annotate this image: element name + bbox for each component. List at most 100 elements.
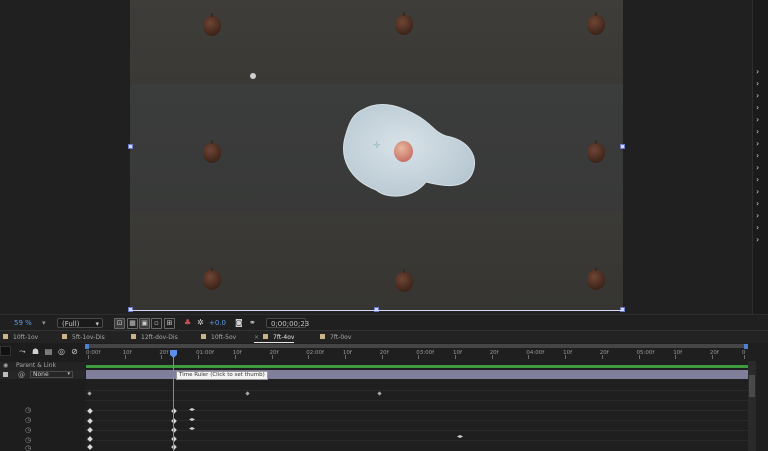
keyframe[interactable] [87, 427, 93, 433]
scrollbar-thumb[interactable] [749, 375, 755, 397]
ruler-tick-mark [565, 355, 567, 359]
color-channels-icon[interactable]: ♣ [184, 318, 191, 328]
graph-editor-icon[interactable]: ⊘ [70, 347, 79, 356]
row-divider [85, 420, 748, 421]
stopwatch-icon[interactable]: ◷ [25, 426, 33, 434]
grid-tile [130, 212, 280, 311]
chevron-right-icon[interactable]: › [756, 68, 766, 76]
work-area-bar[interactable] [86, 344, 748, 348]
magnification-value[interactable]: 59 % [14, 318, 32, 328]
motion-path-point[interactable] [250, 73, 256, 79]
mask-visibility-icon[interactable]: ▣ [139, 318, 150, 329]
layer-label-swatch[interactable] [3, 372, 8, 377]
apple-image [203, 267, 221, 290]
timeline-vertical-scrollbar[interactable] [748, 361, 756, 451]
layer-row[interactable]: @ None ▾ [0, 370, 85, 379]
show-snapshot-icon[interactable]: ⚭ [249, 318, 256, 328]
current-time-indicator[interactable] [173, 350, 174, 451]
chevron-right-icon[interactable]: › [756, 176, 766, 184]
composition-canvas[interactable]: ✛ [130, 0, 623, 311]
guides-icon[interactable]: ▫ [151, 318, 162, 329]
color-settings-icon[interactable]: ✲ [197, 318, 204, 328]
exposure-value[interactable]: +0.0 [209, 318, 226, 328]
safe-margins-icon[interactable]: ⊞ [164, 318, 175, 329]
ruler-tick-mark [271, 355, 273, 359]
chevron-right-icon[interactable]: › [756, 164, 766, 172]
chevron-right-icon[interactable]: › [756, 212, 766, 220]
anchor-point-icon[interactable]: ✛ [373, 142, 381, 151]
ruler-tick-mark [418, 355, 420, 359]
chevron-right-icon[interactable]: › [756, 104, 766, 112]
chevron-right-icon[interactable]: › [756, 188, 766, 196]
tab-10ft-1ov[interactable]: 10ft-1ov [3, 333, 38, 343]
pickwhip-icon[interactable]: @ [18, 371, 25, 379]
eye-icon: ◉ [3, 362, 9, 369]
tab-label: 7ft-4ov [273, 334, 295, 341]
chevron-right-icon[interactable]: › [756, 236, 766, 244]
dropdown-arrow-icon[interactable]: ▾ [42, 318, 46, 328]
tab-10ft-5ov[interactable]: 10ft-5ov [201, 333, 236, 343]
keyframe[interactable] [87, 391, 92, 396]
transform-handle[interactable] [128, 144, 133, 149]
ruler-tick-mark [124, 355, 126, 359]
transform-handle[interactable] [620, 144, 625, 149]
keyframe[interactable] [87, 444, 93, 450]
ruler-tick-mark [234, 355, 236, 359]
chevron-right-icon[interactable]: › [756, 116, 766, 124]
stopwatch-icon[interactable]: ◷ [25, 406, 33, 414]
keyframe-pair-icon[interactable]: ◂▸ [189, 426, 195, 432]
frame-blending-icon[interactable]: ▤ [44, 347, 53, 356]
grid-tile [473, 212, 623, 311]
region-of-interest-icon[interactable]: ⊡ [114, 318, 125, 329]
ruler-tick-mark [491, 355, 493, 359]
chevron-right-icon[interactable]: › [756, 92, 766, 100]
timeline-tab-bar: 10ft-1ov 5ft-1ov-Dis 12ft-dov-Dis 10ft-5… [0, 330, 768, 343]
tab-7ft-4ov[interactable]: × 7ft-4ov [254, 333, 295, 343]
keyframe[interactable] [245, 391, 250, 396]
keyframe-pair-icon[interactable]: ◂▸ [189, 407, 195, 413]
chevron-right-icon[interactable]: › [756, 200, 766, 208]
ruler-tick-mark [744, 355, 745, 359]
tab-5ft-1ov-dis[interactable]: 5ft-1ov-Dis [62, 333, 105, 343]
stopwatch-icon[interactable]: ◷ [25, 444, 33, 451]
stopwatch-icon[interactable]: ◷ [25, 416, 33, 424]
chevron-right-icon[interactable]: › [756, 224, 766, 232]
keyframe-pair-icon[interactable]: ◂▸ [189, 417, 195, 423]
resolution-select[interactable]: (Full) ▾ [57, 318, 103, 328]
composition-viewer[interactable]: ✛ › › › › › › › › › › › › › › › [0, 0, 768, 314]
keyframe-pair-icon[interactable]: ◂▸ [457, 434, 463, 440]
layer-duration-bar[interactable] [86, 365, 748, 368]
chevron-down-icon: ▾ [95, 320, 99, 328]
label-swatch [201, 334, 206, 339]
chevron-right-icon[interactable]: › [756, 152, 766, 160]
row-divider [85, 400, 748, 401]
label-swatch [320, 334, 325, 339]
parent-select[interactable]: None ▾ [30, 371, 73, 378]
row-divider [85, 390, 748, 391]
ruler-tick-mark [675, 355, 677, 359]
tab-12ft-dov-dis[interactable]: 12ft-dov-Dis [131, 333, 178, 343]
current-time-display[interactable]: 0;00;00;23 [266, 318, 309, 328]
chevron-right-icon[interactable]: › [756, 128, 766, 136]
time-ruler[interactable]: 0:00f 10f 20f 01:00f 10f 20f 02:00f 10f 20f 03:00… [85, 349, 748, 359]
keyframe[interactable] [377, 391, 382, 396]
snapshot-camera-icon[interactable]: ◙ [235, 318, 243, 328]
close-icon[interactable]: × [254, 334, 259, 341]
shy-layers-icon[interactable]: ☗ [31, 347, 40, 356]
tab-7ft-0ov[interactable]: 7ft-0ov [320, 333, 351, 343]
timeline-layer-panel: ⤳ ☗ ▤ ◎ ⊘ ◉ Parent & Link @ None ▾ ◷ ◷ ◷… [0, 343, 85, 451]
ruler-tick-mark [344, 355, 346, 359]
transparency-grid-icon[interactable]: ▦ [127, 318, 138, 329]
chevron-right-icon[interactable]: › [756, 140, 766, 148]
grid-tile [130, 0, 280, 84]
label-swatch [131, 334, 136, 339]
right-panel-strip: › › › › › › › › › › › › › › › [752, 0, 768, 314]
ruler-tick-mark [455, 355, 456, 359]
timeline-track-area[interactable]: 0:00f 10f 20f 01:00f 10f 20f 02:00f 10f 20f 03:00… [85, 343, 768, 451]
chevron-right-icon[interactable]: › [756, 80, 766, 88]
motion-blur-icon[interactable]: ◎ [57, 347, 66, 356]
draft-3d-icon[interactable]: ⤳ [18, 347, 27, 356]
stopwatch-icon[interactable]: ◷ [25, 436, 33, 444]
layer-search-input[interactable] [0, 346, 11, 356]
ruler-tick-mark [601, 355, 603, 359]
